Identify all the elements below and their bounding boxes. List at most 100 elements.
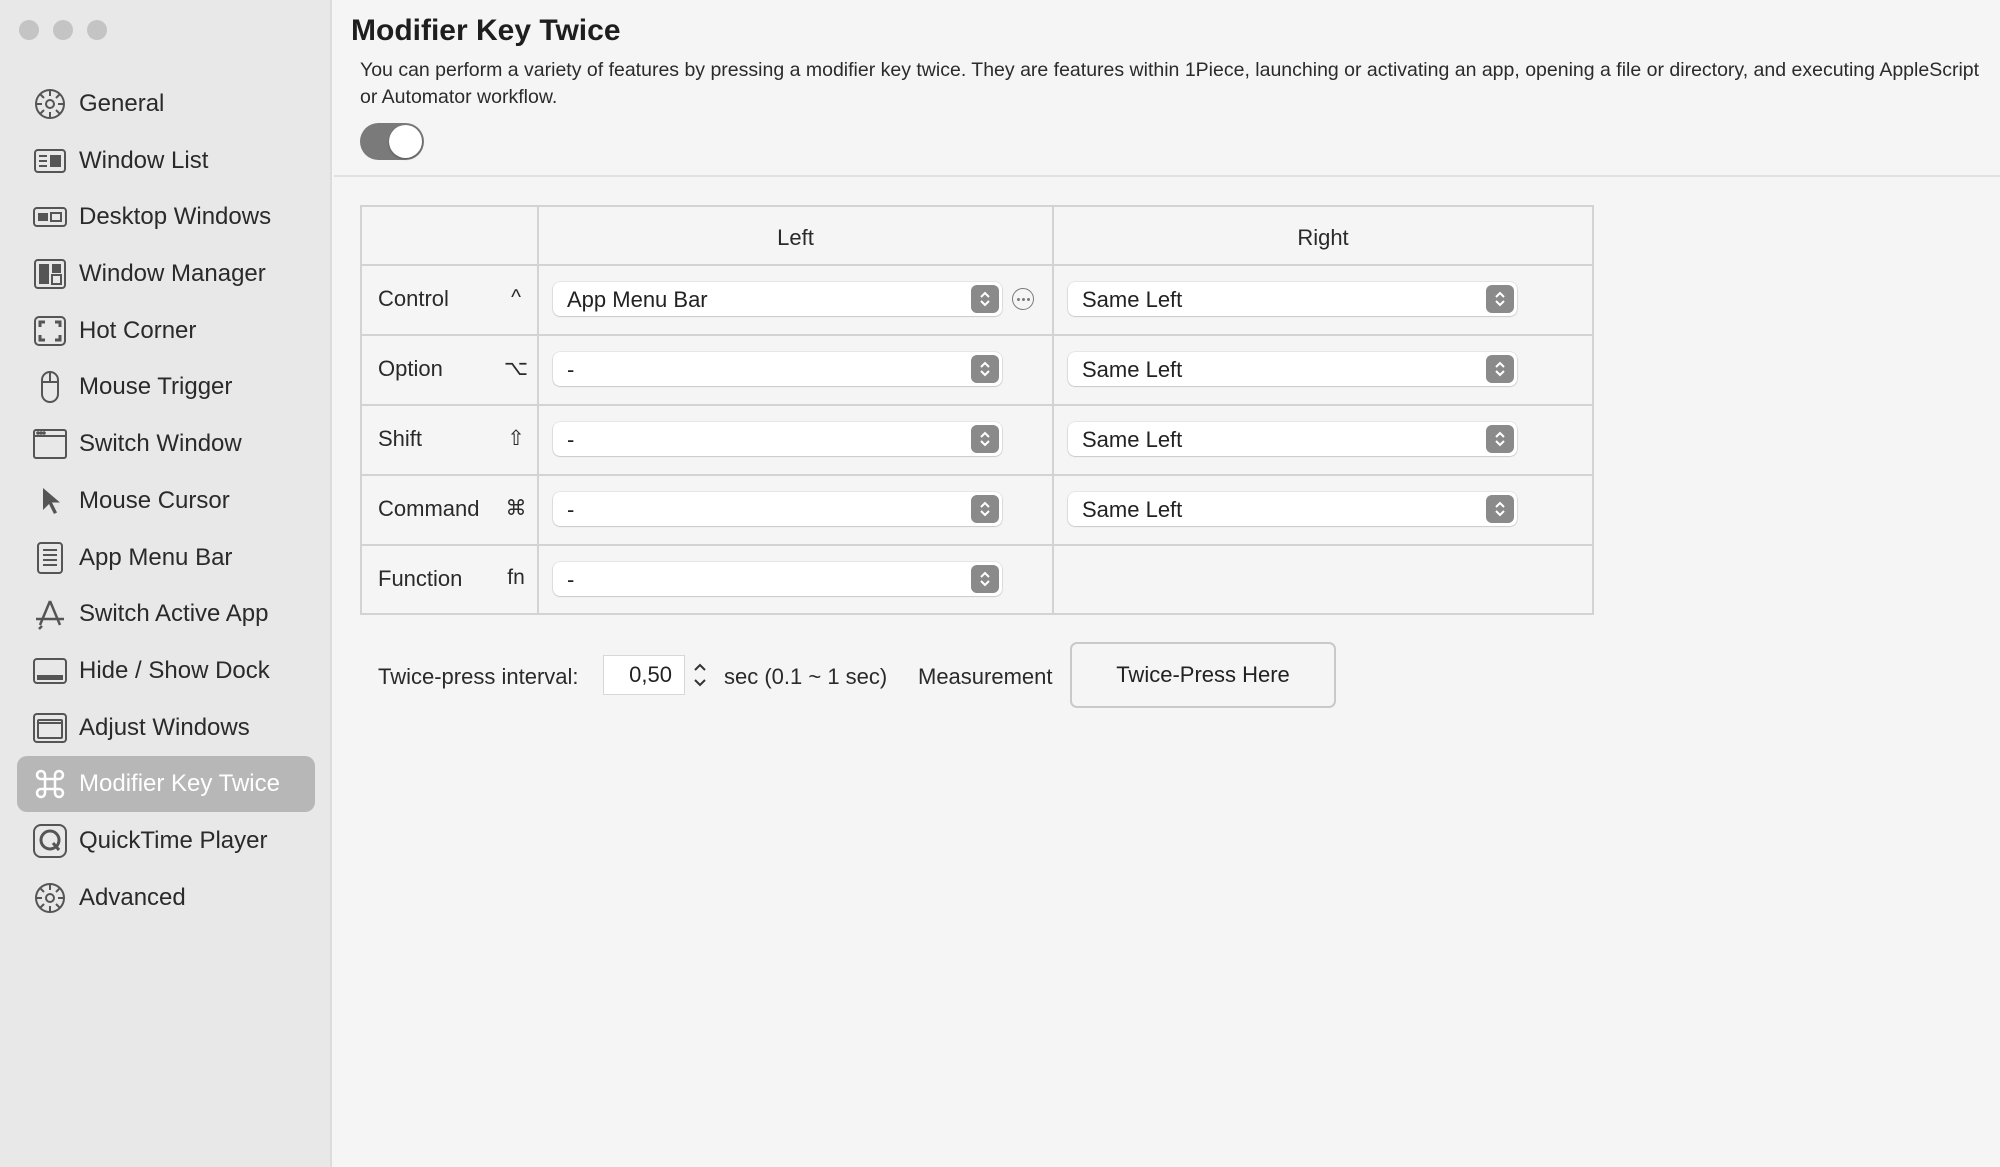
app-store-icon bbox=[32, 596, 68, 632]
zoom-window-button[interactable] bbox=[87, 20, 107, 40]
row-key-function: Function bbox=[378, 566, 463, 591]
gear-icon bbox=[32, 880, 68, 916]
cursor-icon bbox=[32, 483, 68, 519]
switch-window-icon bbox=[32, 426, 68, 462]
sidebar-item-label: General bbox=[79, 90, 165, 117]
control-right-select[interactable]: Same Left bbox=[1068, 282, 1517, 316]
sidebar-item-switch-window[interactable]: Switch Window bbox=[17, 416, 315, 472]
command-left-select[interactable]: - bbox=[553, 492, 1002, 526]
shift-right-select[interactable]: Same Left bbox=[1068, 422, 1517, 456]
sidebar-item-label: App Menu Bar bbox=[79, 543, 233, 571]
chevron-updown-icon bbox=[971, 425, 999, 453]
sidebar-item-quicktime-player[interactable]: QuickTime Player bbox=[17, 813, 315, 869]
sidebar-item-label: QuickTime Player bbox=[79, 826, 268, 854]
column-divider bbox=[537, 207, 539, 613]
shift-left-select[interactable]: - bbox=[553, 422, 1002, 456]
chevron-updown-icon bbox=[1486, 425, 1514, 453]
command-right-select[interactable]: Same Left bbox=[1068, 492, 1517, 526]
page-description: You can perform a variety of features by… bbox=[360, 59, 1980, 108]
mouse-icon bbox=[32, 369, 68, 405]
control-more-options-button[interactable] bbox=[1012, 288, 1034, 310]
sidebar-item-label: Hide / Show Dock bbox=[79, 656, 270, 684]
ellipsis-icon bbox=[1016, 297, 1020, 301]
row-key-control: Control bbox=[378, 286, 449, 311]
sidebar-item-general[interactable]: General bbox=[17, 76, 315, 132]
column-divider bbox=[1052, 207, 1054, 613]
row-divider bbox=[362, 264, 1592, 266]
option-symbol: ⌥ bbox=[503, 357, 529, 380]
sidebar-item-hot-corner[interactable]: Hot Corner bbox=[17, 303, 315, 359]
interval-stepper[interactable] bbox=[690, 656, 710, 694]
sidebar-item-label: Window List bbox=[79, 146, 209, 174]
toggle-knob bbox=[389, 125, 422, 158]
section-divider bbox=[334, 175, 2000, 177]
sidebar-item-desktop-windows[interactable]: Desktop Windows bbox=[17, 189, 315, 245]
chevron-updown-icon bbox=[971, 495, 999, 523]
row-divider bbox=[362, 404, 1592, 406]
close-window-button[interactable] bbox=[19, 20, 39, 40]
twice-press-button[interactable]: Twice-Press Here bbox=[1070, 642, 1336, 708]
interval-label: Twice-press interval: bbox=[378, 664, 579, 689]
interval-unit-label: sec (0.1 ~ 1 sec) bbox=[724, 664, 888, 689]
select-value: Same Left bbox=[1082, 357, 1183, 382]
option-right-select[interactable]: Same Left bbox=[1068, 352, 1517, 386]
select-value: - bbox=[567, 357, 575, 382]
sidebar-item-mouse-trigger[interactable]: Mouse Trigger bbox=[17, 359, 315, 415]
sidebar-item-modifier-key-twice[interactable]: Modifier Key Twice bbox=[17, 756, 315, 813]
select-value: - bbox=[567, 497, 575, 522]
command-icon bbox=[32, 766, 68, 802]
sidebar-item-label: Hot Corner bbox=[79, 316, 197, 344]
sidebar-item-label: Advanced bbox=[79, 883, 186, 911]
sidebar-item-advanced[interactable]: Advanced bbox=[17, 870, 315, 926]
function-left-select[interactable]: - bbox=[553, 562, 1002, 596]
sidebar-item-mouse-cursor[interactable]: Mouse Cursor bbox=[17, 473, 315, 529]
dock-icon bbox=[32, 653, 68, 689]
sidebar-item-switch-active-app[interactable]: Switch Active App bbox=[17, 586, 315, 642]
app-window: General Window List Desktop Windows Wind… bbox=[0, 0, 2000, 1167]
select-value: App Menu Bar bbox=[567, 287, 708, 312]
row-divider bbox=[362, 334, 1592, 336]
ellipsis-dot bbox=[1021, 297, 1025, 301]
sidebar-item-label: Adjust Windows bbox=[79, 713, 250, 741]
control-left-select[interactable]: App Menu Bar bbox=[553, 282, 1002, 316]
sidebar-item-label: Window Manager bbox=[79, 260, 266, 288]
select-value: Same Left bbox=[1082, 287, 1183, 312]
sidebar-item-app-menu-bar[interactable]: App Menu Bar bbox=[17, 530, 315, 586]
adjust-windows-icon bbox=[32, 710, 68, 746]
measurement-label: Measurement bbox=[918, 664, 1053, 689]
sidebar-item-adjust-windows[interactable]: Adjust Windows bbox=[17, 700, 315, 756]
row-key-shift: Shift bbox=[378, 426, 423, 451]
sidebar-item-label: Switch Active App bbox=[79, 600, 269, 628]
quicktime-icon bbox=[32, 823, 68, 859]
chevron-updown-icon bbox=[1486, 355, 1514, 383]
function-symbol: fn bbox=[507, 566, 525, 589]
sidebar-item-hide-show-dock[interactable]: Hide / Show Dock bbox=[17, 643, 315, 699]
modifier-key-table: Left Right Control ^ App Menu Bar Same L… bbox=[360, 205, 1594, 615]
sidebar-item-label: Switch Window bbox=[79, 430, 242, 458]
sidebar-item-label: Modifier Key Twice bbox=[79, 770, 280, 798]
sidebar-item-label: Mouse Trigger bbox=[79, 373, 233, 401]
select-value: Same Left bbox=[1082, 497, 1183, 522]
shift-symbol: ⇧ bbox=[507, 427, 525, 450]
hot-corner-icon bbox=[32, 313, 68, 349]
control-symbol: ^ bbox=[511, 286, 521, 309]
minimize-window-button[interactable] bbox=[53, 20, 73, 40]
enable-toggle[interactable] bbox=[360, 123, 424, 160]
page-title: Modifier Key Twice bbox=[351, 14, 621, 47]
row-divider bbox=[362, 474, 1592, 476]
sidebar-item-label: Desktop Windows bbox=[79, 203, 272, 231]
command-symbol: ⌘ bbox=[505, 497, 527, 520]
sidebar-item-label: Mouse Cursor bbox=[79, 486, 230, 514]
row-key-option: Option bbox=[378, 356, 443, 381]
chevron-updown-icon bbox=[971, 355, 999, 383]
chevron-updown-icon bbox=[1486, 285, 1514, 313]
interval-input[interactable]: 0,50 bbox=[604, 656, 684, 694]
row-divider bbox=[362, 544, 1592, 546]
menu-bar-icon bbox=[32, 540, 68, 576]
sidebar-list: General Window List Desktop Windows Wind… bbox=[17, 76, 315, 926]
sidebar-item-window-manager[interactable]: Window Manager bbox=[17, 246, 315, 302]
select-value: - bbox=[567, 427, 575, 452]
option-left-select[interactable]: - bbox=[553, 352, 1002, 386]
sidebar-item-window-list[interactable]: Window List bbox=[17, 133, 315, 189]
window-controls bbox=[19, 20, 107, 40]
